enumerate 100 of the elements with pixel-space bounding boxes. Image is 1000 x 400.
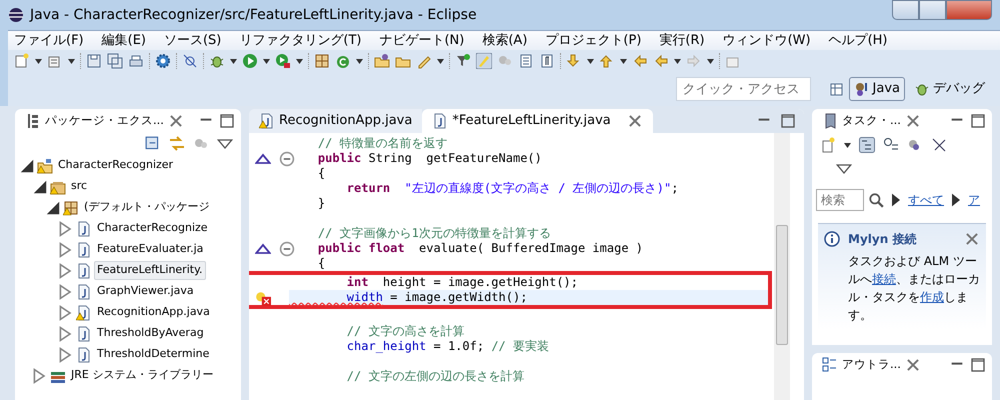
editor-tab[interactable]: RecognitionApp.java bbox=[249, 109, 422, 133]
menu-item[interactable]: 実行(R) bbox=[659, 30, 705, 50]
perspective-button[interactable]: デバッグ bbox=[909, 77, 990, 101]
document-lines-icon[interactable] bbox=[518, 53, 534, 69]
scrollbar-thumb[interactable] bbox=[776, 225, 788, 345]
tree-item[interactable]: JRE システム・ライブラリー bbox=[68, 366, 216, 385]
expanded-arrow-icon[interactable] bbox=[32, 178, 48, 194]
dropdown-arrow-icon[interactable] bbox=[674, 58, 681, 64]
tree-item[interactable]: RecognitionApp.java bbox=[94, 303, 213, 322]
pilcrow-icon[interactable] bbox=[539, 53, 555, 69]
menu-item[interactable]: ファイル(F) bbox=[14, 30, 84, 50]
collapsed-arrow-icon[interactable] bbox=[58, 242, 74, 258]
java-perspective-icon bbox=[854, 81, 870, 97]
run-tool-icon[interactable] bbox=[275, 53, 291, 69]
gear-icon[interactable] bbox=[155, 53, 171, 69]
skip-breakpoints-icon[interactable] bbox=[182, 53, 198, 69]
code-line: // 特徴量の名前を返す bbox=[316, 136, 449, 151]
code-line: } bbox=[316, 196, 326, 211]
menu-item[interactable]: プロジェクト(P) bbox=[545, 30, 642, 50]
close-icon[interactable] bbox=[964, 231, 980, 247]
maximize-icon[interactable] bbox=[970, 357, 986, 373]
close-icon[interactable] bbox=[904, 357, 921, 373]
open-perspective-icon[interactable] bbox=[828, 81, 845, 97]
link[interactable]: 作成 bbox=[920, 290, 944, 304]
tab-label: アウトラ... bbox=[842, 356, 901, 374]
save-all-icon[interactable] bbox=[107, 53, 123, 69]
tree-item[interactable]: FeatureLeftLinerity. bbox=[94, 261, 206, 280]
arrow-left-star-icon[interactable] bbox=[632, 53, 648, 69]
window-title: Java - CharacterRecognizer/src/FeatureLeftLinerity.java - Eclipse bbox=[30, 6, 477, 24]
new-class-c-icon[interactable] bbox=[335, 53, 351, 69]
collapsed-arrow-icon[interactable] bbox=[58, 220, 74, 236]
package-grid-icon[interactable] bbox=[314, 53, 330, 69]
maximize-icon[interactable] bbox=[219, 113, 235, 129]
dropdown-arrow-icon[interactable] bbox=[620, 58, 627, 64]
collapsed-arrow-icon[interactable] bbox=[58, 284, 74, 300]
link[interactable]: 接続 bbox=[872, 272, 896, 286]
arrow-up-icon[interactable] bbox=[599, 53, 615, 69]
maximize-icon[interactable] bbox=[780, 113, 796, 129]
open-folder-icon[interactable] bbox=[374, 53, 390, 69]
tree-item[interactable]: FeatureEvaluater.ja bbox=[94, 240, 206, 259]
expanded-arrow-icon[interactable] bbox=[19, 158, 35, 174]
dropdown-arrow-icon[interactable] bbox=[263, 58, 270, 64]
editor-tab[interactable]: *FeatureLeftLinerity.java bbox=[422, 109, 653, 133]
tree-item[interactable]: ThresholdByAverag bbox=[94, 324, 207, 343]
menu-item[interactable]: ウィンドウ(W) bbox=[722, 30, 811, 50]
collapsed-arrow-icon[interactable] bbox=[58, 304, 74, 320]
collapsed-arrow-icon[interactable] bbox=[58, 346, 74, 362]
code-line: // 文字画像から1次元の特徴量を計算する bbox=[316, 226, 552, 241]
dropdown-arrow-icon[interactable] bbox=[587, 58, 594, 64]
arrow-left-icon[interactable] bbox=[653, 53, 669, 69]
tree-item[interactable]: CharacterRecognizer bbox=[55, 156, 176, 175]
printer-icon[interactable] bbox=[128, 53, 144, 69]
tree-item[interactable]: ThresholdDetermine bbox=[94, 345, 212, 364]
filter-link[interactable]: すべて bbox=[908, 191, 944, 209]
collapsed-arrow-icon[interactable] bbox=[58, 326, 74, 342]
menu-item[interactable]: ナビゲート(N) bbox=[379, 30, 464, 50]
dropdown-arrow-icon[interactable] bbox=[35, 58, 42, 64]
search-field[interactable]: 検索 bbox=[816, 189, 864, 211]
dropdown-arrow-icon[interactable] bbox=[356, 58, 363, 64]
maximize-icon[interactable] bbox=[970, 113, 986, 129]
tree-item[interactable]: (デフォルト・パッケージ bbox=[81, 198, 212, 217]
collapse-all-icon[interactable] bbox=[145, 136, 161, 152]
new-task-icon[interactable] bbox=[820, 137, 836, 153]
dropdown-arrow-icon[interactable] bbox=[230, 58, 237, 64]
tree-item[interactable]: CharacterRecognize bbox=[94, 219, 211, 238]
quick-access-field[interactable]: クイック・アクセス bbox=[676, 77, 811, 101]
scrollbar[interactable] bbox=[774, 133, 790, 400]
maximize-button[interactable] bbox=[919, 0, 946, 20]
menu-item[interactable]: ヘルプ(H) bbox=[828, 30, 888, 50]
close-icon[interactable] bbox=[168, 113, 184, 129]
menu-item[interactable]: 検索(A) bbox=[482, 30, 528, 50]
dropdown-arrow-icon[interactable] bbox=[707, 58, 714, 64]
collapsed-arrow-icon[interactable] bbox=[32, 368, 48, 384]
categorized-list-icon[interactable] bbox=[859, 137, 875, 153]
dropdown-arrow-icon[interactable] bbox=[296, 58, 303, 64]
close-icon[interactable] bbox=[904, 113, 921, 129]
filter-link[interactable]: ア bbox=[968, 191, 980, 209]
close-icon[interactable] bbox=[626, 113, 643, 129]
new-file-icon[interactable] bbox=[14, 53, 30, 69]
tree-item[interactable]: GraphViewer.java bbox=[94, 282, 197, 301]
dropdown-arrow-icon[interactable] bbox=[437, 58, 444, 64]
save-icon[interactable] bbox=[86, 53, 102, 69]
run-icon[interactable] bbox=[242, 53, 258, 69]
dropdown-arrow-icon[interactable] bbox=[844, 142, 851, 148]
menu-item[interactable]: リファクタリング(T) bbox=[239, 30, 362, 50]
dropdown-arrow-icon[interactable] bbox=[68, 58, 75, 64]
cross-out-icon[interactable] bbox=[931, 137, 947, 153]
highlighter-icon[interactable] bbox=[476, 53, 492, 69]
expanded-arrow-icon[interactable] bbox=[45, 200, 61, 216]
minimize-button[interactable] bbox=[892, 0, 919, 20]
collapsed-arrow-icon[interactable] bbox=[58, 262, 74, 278]
menu-item[interactable]: ソース(S) bbox=[164, 30, 222, 50]
code-line: public float evaluate( BufferedImage image ) bbox=[316, 241, 644, 256]
tree-item[interactable]: src bbox=[68, 177, 90, 196]
filter-icon[interactable] bbox=[455, 53, 471, 69]
arrow-down-icon[interactable] bbox=[566, 53, 582, 69]
menu-item[interactable]: 編集(E) bbox=[102, 30, 146, 50]
collapse-fold-icon[interactable] bbox=[279, 150, 295, 166]
collapse-fold-icon[interactable] bbox=[279, 240, 295, 256]
perspective-button[interactable]: Java bbox=[848, 77, 905, 101]
